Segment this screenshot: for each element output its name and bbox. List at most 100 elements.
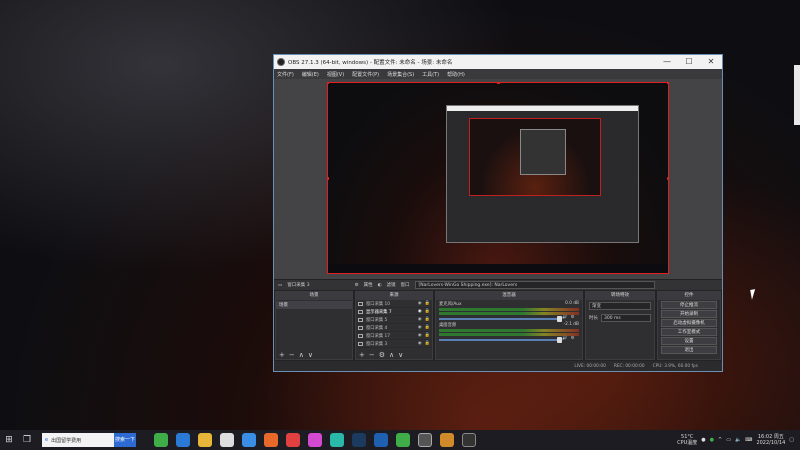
source-item[interactable]: 窗口采集 5 ◉ 🔒 (356, 316, 432, 324)
move-up-icon[interactable]: ∧ (299, 351, 304, 359)
eye-icon[interactable]: ◉ (418, 301, 422, 306)
search-input[interactable]: e 出国留学费用 (42, 433, 114, 447)
windows-start-icon[interactable]: ⊞ (0, 430, 18, 450)
move-down-icon[interactable]: ∨ (308, 351, 313, 359)
keyboard-icon[interactable]: ⌨ (745, 437, 752, 443)
network-icon[interactable]: ▭ (726, 437, 731, 443)
eye-icon[interactable]: ◉ (418, 325, 422, 330)
volume-slider[interactable] (439, 315, 563, 322)
gear-icon[interactable]: ⚙ (379, 351, 385, 359)
channel-db: 0.0 dB (565, 301, 579, 306)
add-icon[interactable]: + (279, 351, 285, 359)
resize-handle[interactable] (328, 177, 329, 180)
lock-icon[interactable]: 🔒 (425, 317, 430, 322)
speaker-icon[interactable]: 🔊 (562, 315, 567, 320)
app-icon[interactable] (374, 433, 388, 447)
duration-label: 时长 (589, 316, 598, 321)
app-icon[interactable] (242, 433, 256, 447)
resize-handle[interactable] (328, 83, 329, 84)
studio-mode-button[interactable]: 工作室模式 (661, 328, 717, 336)
filters-button[interactable]: 滤镜 (387, 282, 396, 288)
store-app-icon[interactable] (220, 433, 234, 447)
app-icon[interactable] (286, 433, 300, 447)
close-button[interactable]: ✕ (700, 55, 722, 69)
lock-icon[interactable]: 🔒 (425, 325, 430, 330)
remove-icon[interactable]: − (369, 351, 375, 359)
search-button[interactable]: 搜索一下 (114, 433, 136, 447)
speaker-icon[interactable]: 🔊 (562, 336, 567, 341)
window-select[interactable]: [NarLovers-WinGo Shipping.exe]: NarLover… (414, 281, 655, 289)
source-item[interactable]: 窗口采集 10 ◉ 🔒 (356, 300, 432, 308)
lock-icon[interactable]: 🔒 (425, 309, 430, 314)
minimize-button[interactable]: — (656, 55, 678, 69)
move-down-icon[interactable]: ∨ (398, 351, 403, 359)
window-icon (358, 317, 363, 322)
mixer-channel: 桌面音频 -2.1 dB 🔊 ⚙ (436, 321, 582, 343)
menu-file[interactable]: 文件(F) (277, 71, 294, 78)
duration-input[interactable]: 300 ms (601, 314, 651, 322)
gear-icon[interactable]: ⚙ (571, 315, 575, 320)
app-icon[interactable] (330, 433, 344, 447)
tray-app-icon[interactable]: ● (701, 437, 705, 443)
maximize-button[interactable]: ☐ (678, 55, 700, 69)
scene-item[interactable]: 场景 (276, 301, 352, 309)
menu-tools[interactable]: 工具(T) (422, 71, 439, 78)
app-icon[interactable] (264, 433, 278, 447)
eye-icon[interactable]: ◉ (418, 333, 422, 338)
wechat-app-icon[interactable] (396, 433, 410, 447)
obs-window[interactable]: OBS 27.1.3 (64-bit, windows) - 配置文件: 未命名… (273, 54, 723, 372)
notification-icon[interactable]: ▢ (789, 437, 794, 443)
controls-title: 控件 (658, 292, 720, 300)
menu-scene-collection[interactable]: 场景集合(S) (387, 71, 414, 78)
task-view-icon[interactable]: ❐ (18, 430, 36, 450)
eye-icon[interactable]: ◉ (418, 317, 422, 322)
resize-handle[interactable] (667, 83, 668, 84)
obs-app-icon[interactable] (418, 433, 432, 447)
eye-icon[interactable]: ◉ (418, 309, 422, 314)
virtual-camera-button[interactable]: 启动虚拟摄像机 (661, 319, 717, 327)
transition-select[interactable]: 渐变 (589, 302, 651, 310)
preview-canvas[interactable] (327, 82, 669, 274)
preview-area[interactable] (274, 79, 722, 279)
app-icon[interactable] (308, 433, 322, 447)
gear-icon[interactable]: ⚙ (571, 336, 575, 341)
settings-button[interactable]: 设置 (661, 337, 717, 345)
remove-icon[interactable]: − (289, 351, 295, 359)
source-item[interactable]: 窗口采集 3 ◉ 🔒 (356, 340, 432, 348)
wechat-app-icon[interactable] (154, 433, 168, 447)
move-up-icon[interactable]: ∧ (389, 351, 394, 359)
eye-icon[interactable]: ◉ (418, 341, 422, 346)
stop-streaming-button[interactable]: 停止推流 (661, 301, 717, 309)
source-item[interactable]: 显示器采集 7 ◉ 🔒 (356, 308, 432, 316)
menu-help[interactable]: 帮助(H) (447, 71, 465, 78)
window-capture-icon: ▭ (278, 282, 283, 288)
resize-handle[interactable] (667, 177, 668, 180)
volume-slider[interactable] (439, 336, 563, 343)
resize-handle[interactable] (497, 83, 500, 84)
volume-icon[interactable]: 🔈 (735, 437, 741, 443)
clock[interactable]: 16:02 周五 2022/10/14 (756, 434, 785, 446)
steam-app-icon[interactable] (352, 433, 366, 447)
menu-view[interactable]: 视图(V) (327, 71, 344, 78)
add-icon[interactable]: + (359, 351, 365, 359)
chevron-up-icon[interactable]: ^ (718, 437, 722, 443)
exit-button[interactable]: 退出 (661, 346, 717, 354)
menu-edit[interactable]: 编辑(E) (302, 71, 319, 78)
explorer-app-icon[interactable] (198, 433, 212, 447)
start-recording-button[interactable]: 开始录制 (661, 310, 717, 318)
app-icon[interactable] (440, 433, 454, 447)
properties-button[interactable]: 属性 (364, 282, 373, 288)
wechat-tray-icon[interactable]: ● (710, 437, 714, 443)
channel-name: 麦克风/Aux (439, 302, 462, 307)
source-item[interactable]: 窗口采集 4 ◉ 🔒 (356, 324, 432, 332)
app-icon[interactable] (462, 433, 476, 447)
edge-app-icon[interactable] (176, 433, 190, 447)
lock-icon[interactable]: 🔒 (425, 333, 430, 338)
volume-meter (439, 333, 579, 336)
lock-icon[interactable]: 🔒 (425, 341, 430, 346)
lock-icon[interactable]: 🔒 (425, 301, 430, 306)
nested-obs-capture (446, 105, 639, 243)
menu-profile[interactable]: 配置文件(P) (352, 71, 379, 78)
source-item[interactable]: 窗口采集 17 ◉ 🔒 (356, 332, 432, 340)
title-bar[interactable]: OBS 27.1.3 (64-bit, windows) - 配置文件: 未命名… (274, 55, 722, 69)
